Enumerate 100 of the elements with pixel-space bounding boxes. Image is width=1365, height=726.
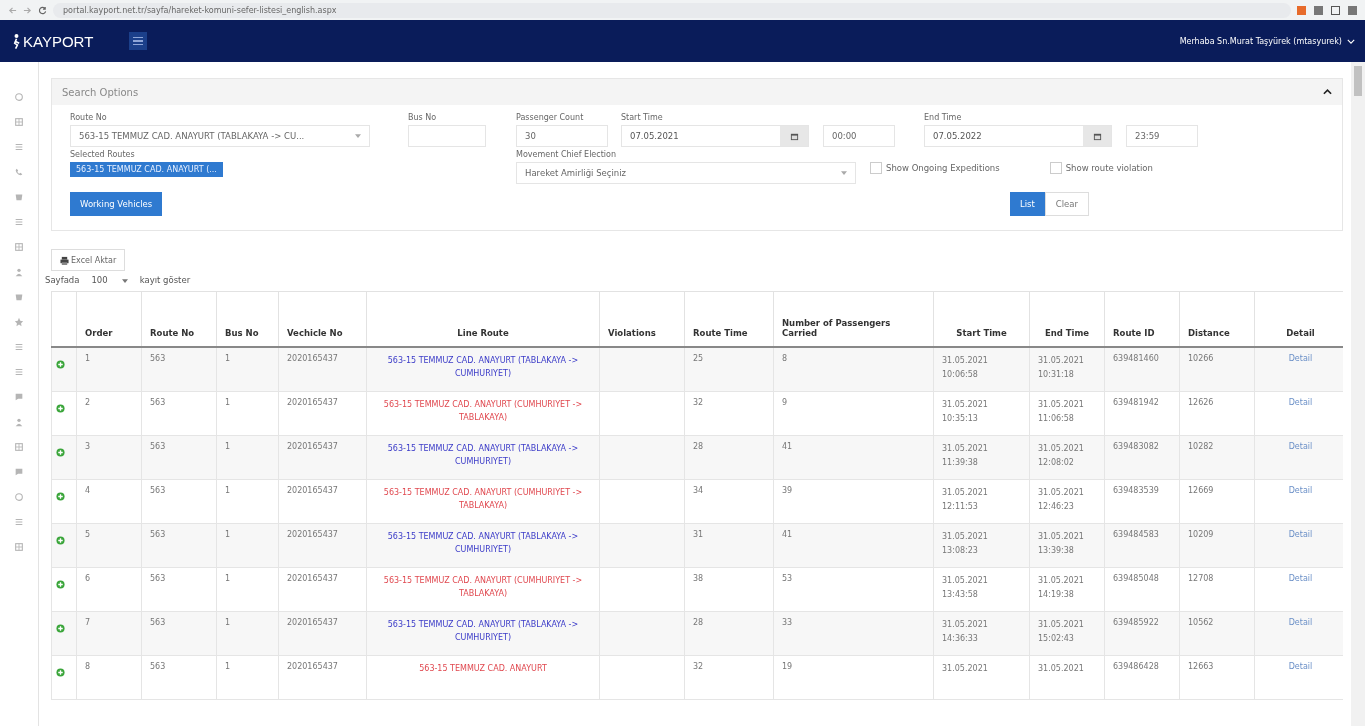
window-icon[interactable]: [1331, 5, 1340, 15]
caret-icon: [841, 171, 847, 175]
detail-link[interactable]: Detail: [1288, 354, 1313, 363]
line-route-text: 563-15 TEMMUZ CAD. ANAYURT (CUMHURIYET -> TABLAKAYA): [383, 575, 583, 598]
table-cell: 639481942: [1113, 397, 1159, 407]
expand-icon[interactable]: [56, 403, 65, 413]
person-icon[interactable]: [14, 417, 24, 427]
expand-icon[interactable]: [56, 360, 65, 369]
field-label: Passenger Count: [516, 113, 585, 122]
field-label: End Time: [924, 113, 963, 122]
calendar-icon[interactable]: [789, 131, 799, 141]
expand-icon[interactable]: [56, 667, 65, 677]
table-cell: 563: [150, 573, 166, 583]
expand-icon[interactable]: [56, 491, 65, 501]
working-vehicles-button[interactable]: Working Vehicles: [70, 192, 163, 216]
detail-link[interactable]: Detail: [1288, 617, 1313, 627]
table-cell: 31.05.2021 15:02:43: [1038, 619, 1084, 643]
chevron-down-icon[interactable]: [1347, 38, 1355, 44]
table-cell: 2020165437: [287, 617, 338, 627]
detail-link[interactable]: Detail: [1288, 397, 1313, 407]
detail-link[interactable]: Detail: [1288, 661, 1313, 671]
checkbox-option[interactable]: Show Ongoing Expeditions: [870, 162, 1000, 174]
circle-icon[interactable]: [14, 492, 24, 502]
excel-export-button[interactable]: Excel Aktar: [51, 249, 126, 271]
table-cell: 1: [225, 529, 231, 539]
list-icon[interactable]: [14, 342, 24, 352]
phone-icon[interactable]: [14, 167, 24, 177]
route-select[interactable]: 563-15 TEMMUZ CAD. ANAYURT (TABLAKAYA -> CU...: [70, 125, 370, 147]
scrollbar[interactable]: [1351, 62, 1365, 726]
star-icon[interactable]: [14, 317, 24, 327]
table-cell: 1: [225, 661, 231, 671]
table-cell: 639486428: [1113, 661, 1159, 671]
table-cell: 8: [782, 354, 788, 363]
detail-link[interactable]: Detail: [1288, 573, 1313, 583]
table-cell: 563: [150, 661, 166, 671]
detail-link[interactable]: Detail: [1288, 485, 1313, 495]
reload-icon[interactable]: [38, 5, 47, 15]
table-cell: 3: [85, 441, 91, 451]
expand-icon[interactable]: [56, 447, 65, 457]
line-route-text: 563-15 TEMMUZ CAD. ANAYURT (CUMHURIYET -> TABLAKAYA): [383, 399, 583, 422]
expand-icon[interactable]: [56, 535, 65, 545]
line-route-text: 563-15 TEMMUZ CAD. ANAYURT (TABLAKAYA -> CUMHURIYET): [387, 443, 579, 466]
table-cell: 1: [225, 441, 231, 451]
page-size-select[interactable]: 100: [87, 275, 132, 285]
table-cell: 10266: [1188, 354, 1214, 363]
table-cell: 31.05.2021 13:08:23: [942, 531, 988, 555]
start-date-field[interactable]: 07.05.2021: [621, 125, 809, 147]
address-bar[interactable]: portal.kayport.net.tr/sayfa/hareket-komuni-sefer-listesi_english.aspx: [53, 2, 1291, 18]
table-cell: 2020165437: [287, 573, 338, 583]
passenger-count-field[interactable]: 30: [516, 125, 608, 147]
expand-icon[interactable]: [56, 579, 65, 589]
table-cell: 639485048: [1113, 573, 1159, 583]
table-cell: 28: [693, 617, 704, 627]
list-icon[interactable]: [14, 217, 24, 227]
grid-icon[interactable]: [14, 442, 24, 452]
checkbox-option[interactable]: Show route violation: [1049, 162, 1153, 174]
page-size-label: kayıt göster: [139, 275, 191, 285]
table-cell: 31.05.2021 10:35:13: [942, 399, 988, 423]
table-cell: 9: [782, 397, 788, 407]
chat-icon[interactable]: [14, 467, 24, 477]
list-icon[interactable]: [14, 517, 24, 527]
end-date-field[interactable]: 07.05.2022: [924, 125, 1112, 147]
table-cell: 10209: [1188, 529, 1214, 539]
table-cell: 2020165437: [287, 354, 338, 363]
table-cell: 32: [693, 397, 704, 407]
chevron-up-icon[interactable]: [1323, 89, 1332, 95]
person-icon[interactable]: [14, 267, 24, 277]
table-cell: 12626: [1188, 397, 1214, 407]
grid-icon[interactable]: [14, 542, 24, 552]
table-cell: 25: [693, 354, 704, 363]
start-time-field[interactable]: 00:00: [823, 125, 895, 147]
user-menu[interactable]: Merhaba Sn.Murat Taşyürek (mtasyurek): [1179, 36, 1342, 46]
brand-logo[interactable]: KAYPORT: [23, 32, 94, 50]
selected-route-tag[interactable]: 563-15 TEMMUZ CAD. ANAYURT (...: [70, 162, 223, 177]
table-cell: 31.05.2021 13:39:38: [1038, 531, 1084, 555]
grid-icon[interactable]: [14, 242, 24, 252]
table-cell: 31.05.2021 12:46:23: [1038, 487, 1084, 511]
expand-icon[interactable]: [56, 623, 65, 633]
circle-icon[interactable]: [14, 92, 24, 102]
forward-icon[interactable]: [23, 5, 32, 15]
clear-button[interactable]: Clear: [1044, 192, 1089, 216]
end-time-field[interactable]: 23:59: [1126, 125, 1198, 147]
table-cell: 5: [85, 529, 91, 539]
cup-icon[interactable]: [14, 192, 24, 202]
grid-icon[interactable]: [14, 117, 24, 127]
list-button[interactable]: List: [1009, 192, 1045, 216]
table-cell: 38: [693, 573, 704, 583]
movement-chief-select[interactable]: Hareket Amirliği Seçiniz: [516, 162, 856, 184]
calendar-icon[interactable]: [1092, 131, 1102, 141]
back-icon[interactable]: [8, 5, 17, 15]
detail-link[interactable]: Detail: [1288, 529, 1313, 539]
menu-icon[interactable]: [129, 32, 148, 50]
table-cell: 33: [782, 617, 793, 627]
cup-icon[interactable]: [14, 292, 24, 302]
bus-no-field[interactable]: [408, 125, 486, 147]
table-cell: 31.05.2021 14:36:33: [942, 619, 988, 643]
detail-link[interactable]: Detail: [1288, 441, 1313, 451]
list-icon[interactable]: [14, 367, 24, 377]
list-icon[interactable]: [14, 142, 24, 152]
chat-icon[interactable]: [14, 392, 24, 402]
